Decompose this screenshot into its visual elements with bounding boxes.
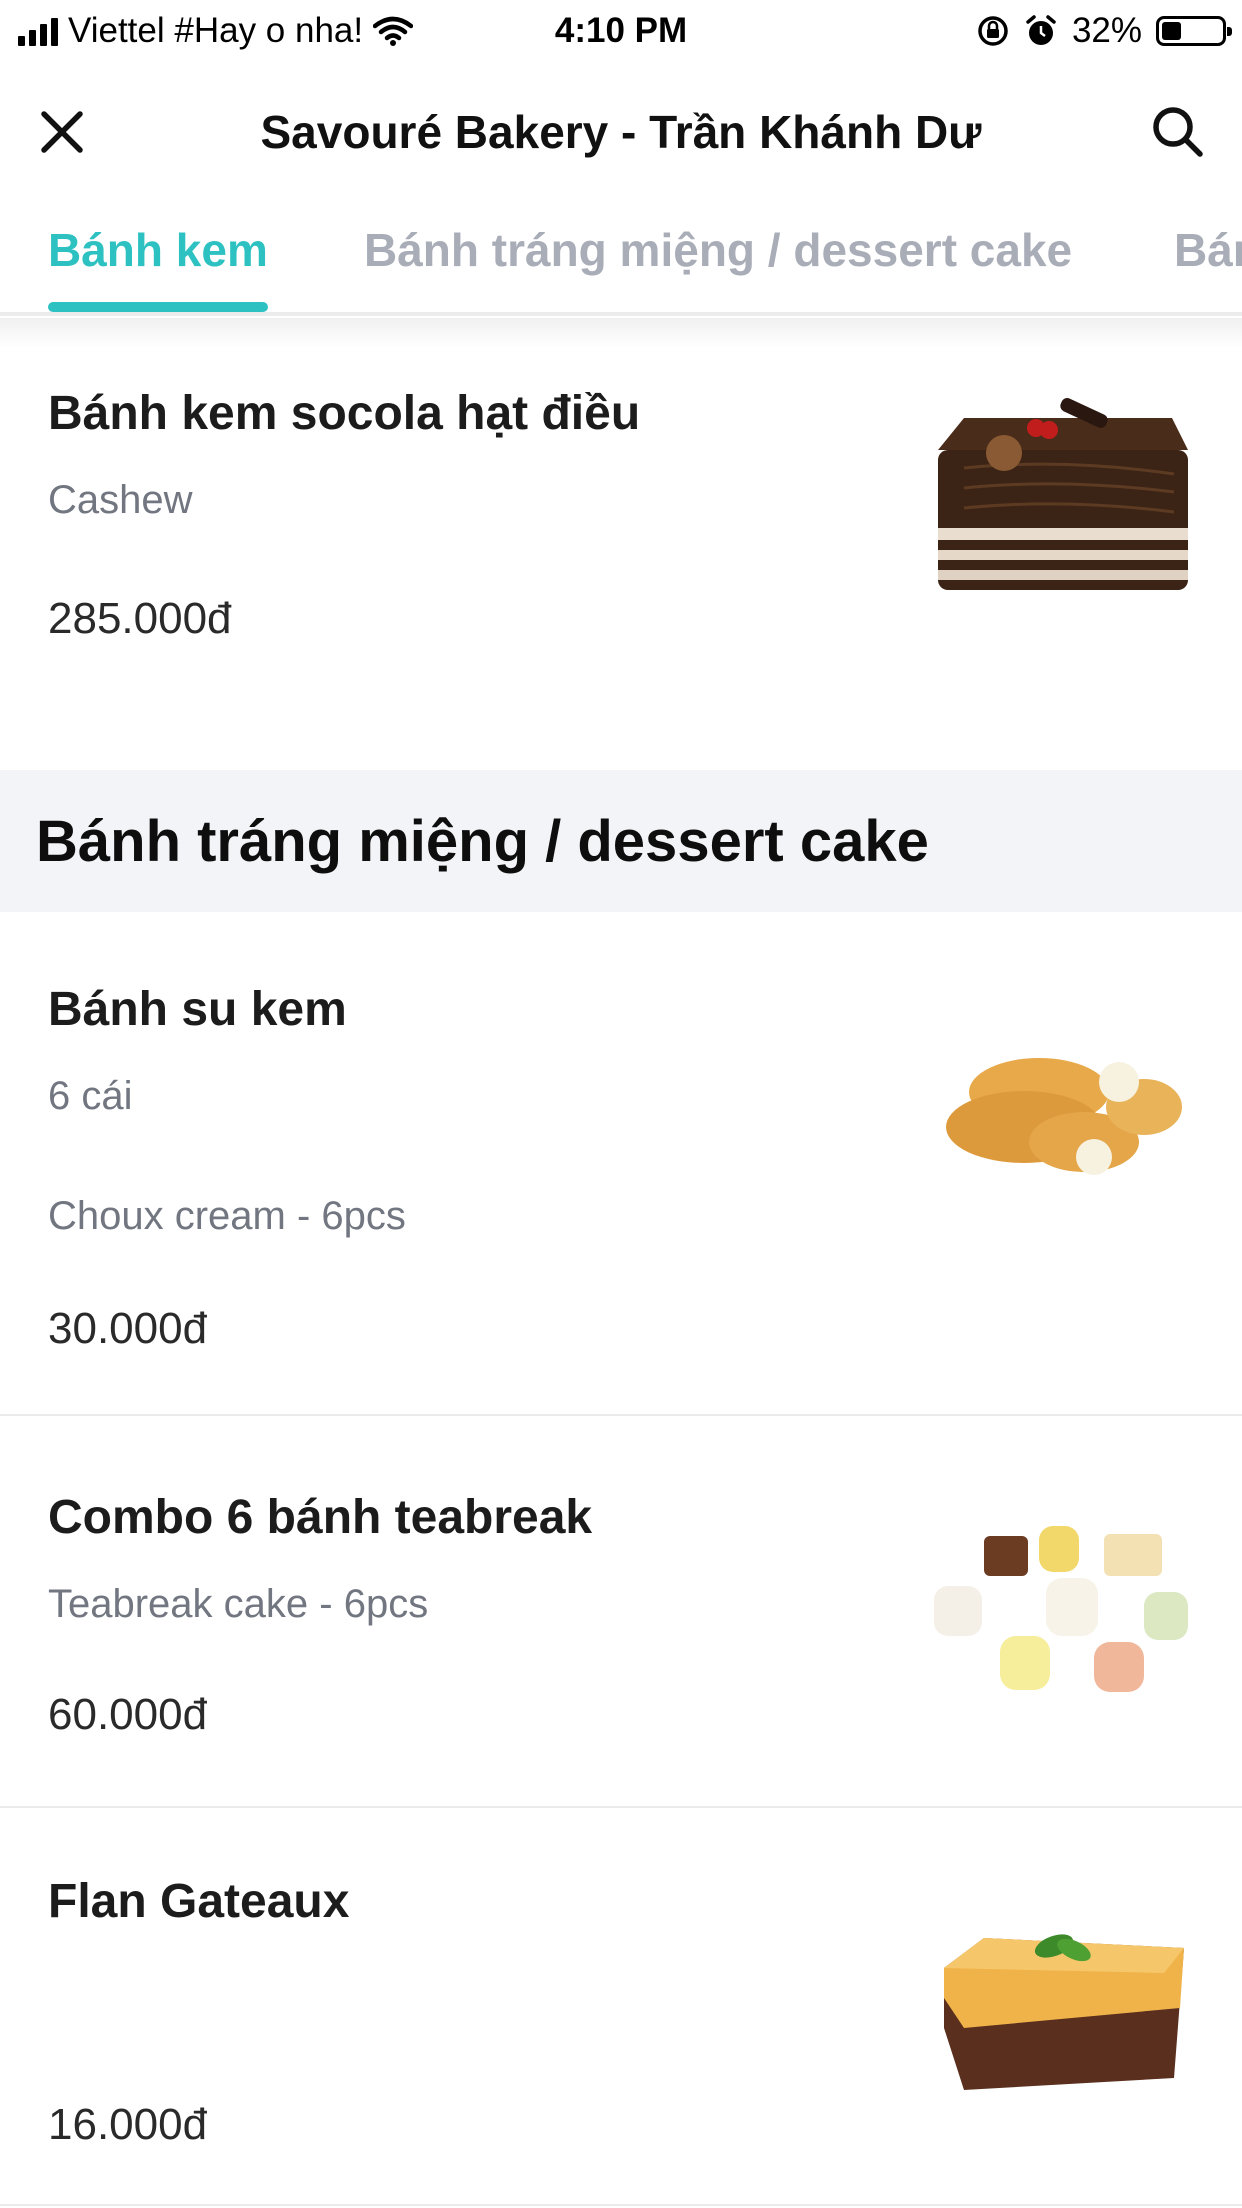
chocolate-cake-image [938, 398, 1188, 590]
page-title: Savouré Bakery - Trần Khánh Dư [260, 106, 982, 158]
list-top-shadow [0, 318, 1242, 348]
section-title: Bánh tráng miệng / dessert cake [36, 809, 929, 874]
status-right: 32% [976, 8, 1232, 54]
close-icon[interactable] [30, 100, 94, 164]
menu-item-teabreak-combo[interactable]: Combo 6 bánh teabreak Teabreak cake - 6p… [0, 1416, 1242, 1806]
item-price: 16.000đ [48, 2100, 208, 2149]
item-description: 6 cái [48, 1074, 133, 1118]
menu-item-cashew-cake[interactable]: Bánh kem socola hạt điều Cashew 285.000đ [0, 348, 1242, 770]
choux-pastry-image [946, 1058, 1182, 1175]
item-name: Bánh su kem [48, 983, 347, 1036]
tab-partial[interactable]: Bán [1174, 218, 1242, 282]
battery-percent: 32% [1071, 11, 1142, 50]
item-description: Cashew [48, 478, 193, 522]
teabreak-cakes-image [934, 1526, 1188, 1692]
alarm-icon [1026, 15, 1056, 45]
item-description: Teabreak cake - 6pcs [48, 1582, 429, 1626]
item-price: 60.000đ [48, 1690, 208, 1739]
tab-dessert-cake[interactable]: Bánh tráng miệng / dessert cake [364, 218, 1072, 282]
category-tabs: Bánh kem Bánh tráng miệng / dessert cake… [0, 200, 1242, 316]
store-header: Savouré Bakery - Trần Khánh Dư [0, 72, 1242, 188]
item-description-english: Choux cream - 6pcs [48, 1194, 406, 1238]
search-icon[interactable] [1146, 100, 1210, 164]
item-name: Combo 6 bánh teabreak [48, 1491, 593, 1544]
menu-item-flan-gateaux[interactable]: Flan Gateaux 16.000đ [0, 1808, 1242, 2208]
section-header: Bánh tráng miệng / dessert cake [0, 770, 1242, 912]
item-name: Flan Gateaux [48, 1875, 350, 1928]
item-price: 30.000đ [48, 1304, 208, 1353]
divider [0, 2204, 1242, 2206]
menu-item-choux-cream[interactable]: Bánh su kem 6 cái Choux cream - 6pcs 30.… [0, 912, 1242, 1416]
battery-icon [1156, 16, 1232, 46]
orientation-lock-icon [978, 16, 1008, 46]
item-name: Bánh kem socola hạt điều [48, 387, 641, 440]
status-bar: Viettel #Hay o nha! 4:10 PM 32% [0, 0, 1242, 62]
tab-active-indicator [48, 302, 268, 312]
tab-banh-kem[interactable]: Bánh kem [48, 218, 268, 282]
battery-fill [1162, 22, 1181, 40]
flan-gateaux-image [944, 1934, 1184, 2090]
item-price: 285.000đ [48, 594, 232, 643]
